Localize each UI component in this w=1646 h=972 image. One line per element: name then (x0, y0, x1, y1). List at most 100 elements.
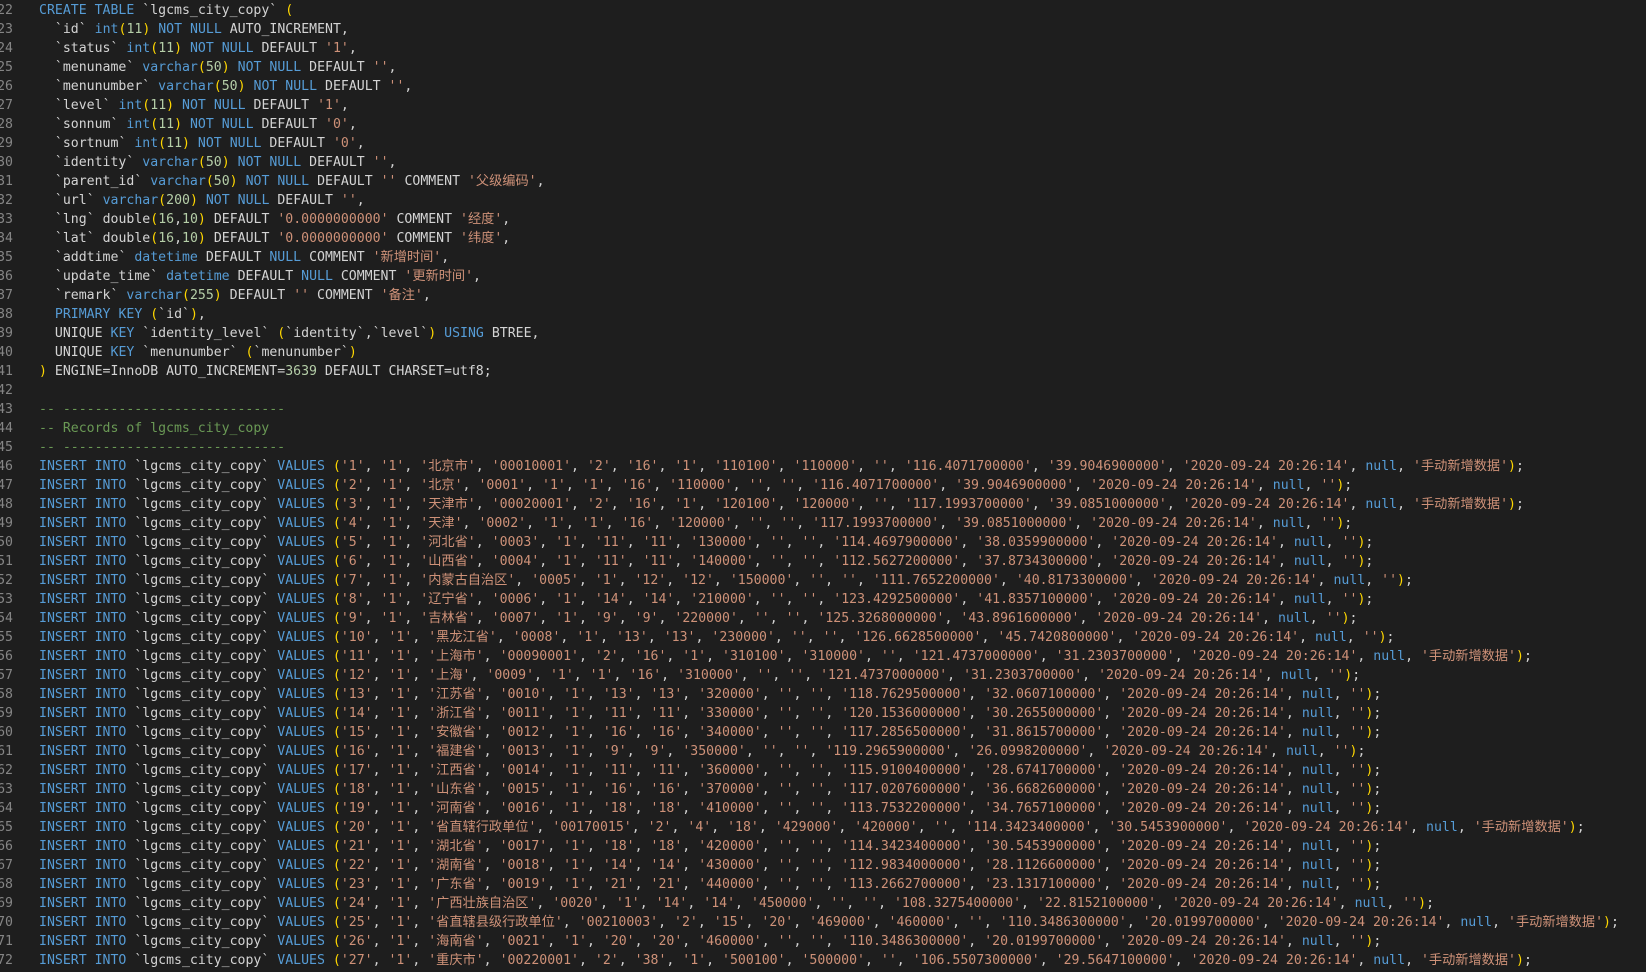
line-number-text: 40 (0, 345, 13, 360)
code-text: INSERT INTO `lgcms_city_copy` VALUES ('8… (39, 592, 1374, 607)
code-line[interactable]: 60 INSERT INTO `lgcms_city_copy` VALUES (… (0, 723, 1646, 742)
line-number-text: 38 (0, 307, 13, 322)
line-number-text: 27 (0, 98, 13, 113)
line-number-text: 26 (0, 79, 13, 94)
code-text: `menuname` varchar(50) NOT NULL DEFAULT … (54, 60, 397, 75)
code-line[interactable]: 70 INSERT INTO `lgcms_city_copy` VALUES (… (0, 913, 1646, 932)
code-text: INSERT INTO `lgcms_city_copy` VALUES ('2… (39, 839, 1382, 854)
code-line[interactable]: 63 INSERT INTO `lgcms_city_copy` VALUES (… (0, 780, 1646, 799)
line-number: 67 (0, 856, 13, 875)
code-line[interactable]: 42 (0, 381, 1646, 400)
code-line[interactable]: 32 `url` varchar(200) NOT NULL DEFAULT '… (0, 191, 1646, 210)
line-number-text: 35 (0, 250, 13, 265)
code-text: `status` int(11) NOT NULL DEFAULT '1', (54, 41, 357, 56)
code-line[interactable]: 59 INSERT INTO `lgcms_city_copy` VALUES (… (0, 704, 1646, 723)
line-number-text: 60 (0, 725, 13, 740)
code-line[interactable]: 71 INSERT INTO `lgcms_city_copy` VALUES (… (0, 932, 1646, 951)
code-text: INSERT INTO `lgcms_city_copy` VALUES ('1… (39, 725, 1382, 740)
line-number-text: 64 (0, 801, 13, 816)
code-line[interactable]: 34 `lat` double(16,10) DEFAULT '0.000000… (0, 229, 1646, 248)
line-number-text: 65 (0, 820, 13, 835)
code-line[interactable]: 22 CREATE TABLE `lgcms_city_copy` ( (0, 1, 1646, 20)
code-line[interactable]: 25 `menuname` varchar(50) NOT NULL DEFAU… (0, 58, 1646, 77)
code-line[interactable]: 38 PRIMARY KEY (`id`), (0, 305, 1646, 324)
code-line[interactable]: 52 INSERT INTO `lgcms_city_copy` VALUES (… (0, 571, 1646, 590)
code-line[interactable]: 28 `sonnum` int(11) NOT NULL DEFAULT '0'… (0, 115, 1646, 134)
line-number: 43 (0, 400, 13, 419)
line-number: 46 (0, 457, 13, 476)
code-line[interactable]: 67 INSERT INTO `lgcms_city_copy` VALUES (… (0, 856, 1646, 875)
code-line[interactable]: 54 INSERT INTO `lgcms_city_copy` VALUES (… (0, 609, 1646, 628)
code-line[interactable]: 65 INSERT INTO `lgcms_city_copy` VALUES (… (0, 818, 1646, 837)
code-line[interactable]: 37 `remark` varchar(255) DEFAULT '' COMM… (0, 286, 1646, 305)
code-line[interactable]: 69 INSERT INTO `lgcms_city_copy` VALUES (… (0, 894, 1646, 913)
code-line[interactable]: 68 INSERT INTO `lgcms_city_copy` VALUES (… (0, 875, 1646, 894)
line-number-text: 43 (0, 402, 13, 417)
code-line[interactable]: 45 -- ---------------------------- (0, 438, 1646, 457)
code-text: -- ---------------------------- (39, 440, 286, 455)
code-line[interactable]: 66 INSERT INTO `lgcms_city_copy` VALUES (… (0, 837, 1646, 856)
code-line[interactable]: 72 INSERT INTO `lgcms_city_copy` VALUES (… (0, 951, 1646, 970)
code-line[interactable]: 53 INSERT INTO `lgcms_city_copy` VALUES (… (0, 590, 1646, 609)
line-number-text: 56 (0, 649, 13, 664)
code-line[interactable]: 64 INSERT INTO `lgcms_city_copy` VALUES (… (0, 799, 1646, 818)
code-text: INSERT INTO `lgcms_city_copy` VALUES ('2… (39, 858, 1382, 873)
code-line[interactable]: 33 `lng` double(16,10) DEFAULT '0.000000… (0, 210, 1646, 229)
code-line[interactable]: 48 INSERT INTO `lgcms_city_copy` VALUES (… (0, 495, 1646, 514)
line-number: 34 (0, 229, 13, 248)
code-editor[interactable]: 22 CREATE TABLE `lgcms_city_copy` (23 `id… (0, 1, 1646, 972)
code-text: ) ENGINE=InnoDB AUTO_INCREMENT=3639 DEFA… (39, 364, 492, 379)
code-line[interactable]: 40 UNIQUE KEY `menunumber` (`menunumber`… (0, 343, 1646, 362)
line-number: 24 (0, 39, 13, 58)
line-number: 55 (0, 628, 13, 647)
code-line[interactable]: 61 INSERT INTO `lgcms_city_copy` VALUES (… (0, 742, 1646, 761)
code-text: `sortnum` int(11) NOT NULL DEFAULT '0', (54, 136, 365, 151)
code-line[interactable]: 26 `menunumber` varchar(50) NOT NULL DEF… (0, 77, 1646, 96)
line-number: 39 (0, 324, 13, 343)
line-number: 47 (0, 476, 13, 495)
line-number-text: 23 (0, 22, 13, 37)
code-line[interactable]: 44 -- Records of lgcms_city_copy (0, 419, 1646, 438)
code-text: INSERT INTO `lgcms_city_copy` VALUES ('6… (39, 554, 1374, 569)
code-line[interactable]: 50 INSERT INTO `lgcms_city_copy` VALUES (… (0, 533, 1646, 552)
line-number: 33 (0, 210, 13, 229)
code-line[interactable]: 36 `update_time` datetime DEFAULT NULL C… (0, 267, 1646, 286)
code-line[interactable]: 39 UNIQUE KEY `identity_level` (`identit… (0, 324, 1646, 343)
code-line[interactable]: 56 INSERT INTO `lgcms_city_copy` VALUES (… (0, 647, 1646, 666)
line-number: 61 (0, 742, 13, 761)
code-line[interactable]: 30 `identity` varchar(50) NOT NULL DEFAU… (0, 153, 1646, 172)
line-number-text: 62 (0, 763, 13, 778)
line-number-text: 63 (0, 782, 13, 797)
line-number: 54 (0, 609, 13, 628)
line-number: 70 (0, 913, 13, 932)
line-number-text: 36 (0, 269, 13, 284)
code-line[interactable]: 24 `status` int(11) NOT NULL DEFAULT '1'… (0, 39, 1646, 58)
code-text: UNIQUE KEY `identity_level` (`identity`,… (54, 326, 540, 341)
line-number-text: 39 (0, 326, 13, 341)
line-number: 27 (0, 96, 13, 115)
code-line[interactable]: 29 `sortnum` int(11) NOT NULL DEFAULT '0… (0, 134, 1646, 153)
line-number-text: 52 (0, 573, 13, 588)
code-line[interactable]: 27 `level` int(11) NOT NULL DEFAULT '1', (0, 96, 1646, 115)
line-number: 50 (0, 533, 13, 552)
code-line[interactable]: 57 INSERT INTO `lgcms_city_copy` VALUES (… (0, 666, 1646, 685)
line-number-text: 47 (0, 478, 13, 493)
code-text: INSERT INTO `lgcms_city_copy` VALUES ('7… (39, 573, 1413, 588)
code-line[interactable]: 43 -- ---------------------------- (0, 400, 1646, 419)
line-number-text: 55 (0, 630, 13, 645)
code-line[interactable]: 62 INSERT INTO `lgcms_city_copy` VALUES (… (0, 761, 1646, 780)
code-line[interactable]: 31 `parent_id` varchar(50) NOT NULL DEFA… (0, 172, 1646, 191)
code-line[interactable]: 55 INSERT INTO `lgcms_city_copy` VALUES (… (0, 628, 1646, 647)
line-number-text: 42 (0, 383, 13, 398)
code-line[interactable]: 49 INSERT INTO `lgcms_city_copy` VALUES (… (0, 514, 1646, 533)
line-number-text: 51 (0, 554, 13, 569)
code-line[interactable]: 58 INSERT INTO `lgcms_city_copy` VALUES (… (0, 685, 1646, 704)
code-line[interactable]: 51 INSERT INTO `lgcms_city_copy` VALUES (… (0, 552, 1646, 571)
code-line[interactable]: 35 `addtime` datetime DEFAULT NULL COMME… (0, 248, 1646, 267)
code-text: INSERT INTO `lgcms_city_copy` VALUES ('1… (39, 763, 1382, 778)
code-line[interactable]: 47 INSERT INTO `lgcms_city_copy` VALUES (… (0, 476, 1646, 495)
code-line[interactable]: 41) ENGINE=InnoDB AUTO_INCREMENT=3639 DE… (0, 362, 1646, 381)
code-line[interactable]: 23 `id` int(11) NOT NULL AUTO_INCREMENT, (0, 20, 1646, 39)
code-line[interactable]: 46 INSERT INTO `lgcms_city_copy` VALUES (… (0, 457, 1646, 476)
code-text: INSERT INTO `lgcms_city_copy` VALUES ('9… (39, 611, 1358, 626)
